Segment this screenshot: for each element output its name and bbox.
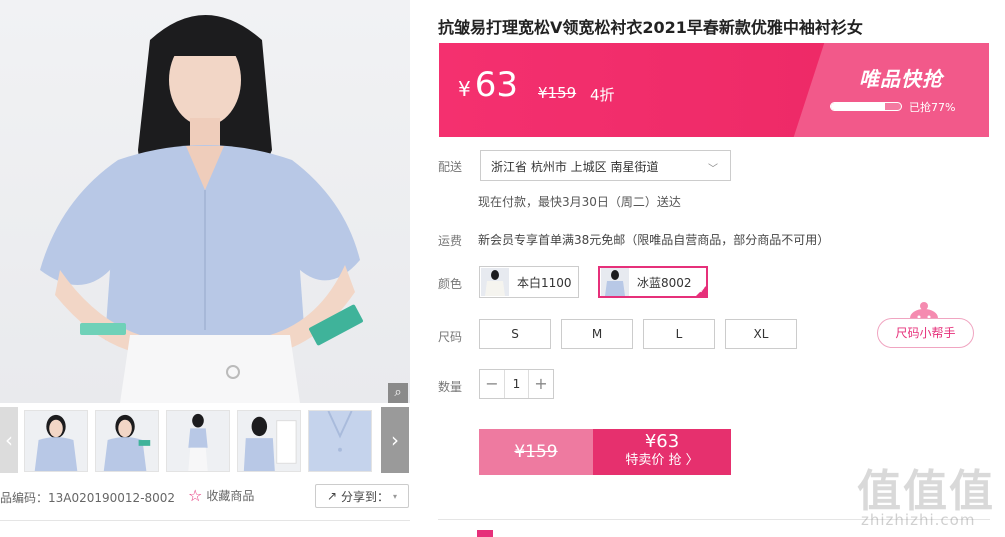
favorite-button[interactable]: ☆ 收藏商品: [188, 487, 254, 504]
share-button[interactable]: ↗ 分享到： ▾: [315, 484, 409, 508]
buy-sale-area[interactable]: ¥63 特卖价 抢 〉: [593, 429, 731, 475]
buy-sale-text: 特卖价 抢 〉: [625, 453, 699, 468]
buy-sale-price: ¥63: [644, 431, 680, 452]
address-selector[interactable]: 浙江省 杭州市 上城区 南星街道 ﹀: [480, 150, 731, 181]
sku-code: 品编码：13A020190012-8002: [0, 491, 176, 505]
original-price: ¥159: [538, 84, 577, 102]
size-helper-button[interactable]: 尺码小帮手: [877, 318, 974, 348]
share-label: 分享到：: [341, 489, 390, 504]
buy-original-price: ¥159: [479, 429, 593, 475]
watermark-url: zhizhizhi.com: [861, 511, 976, 529]
size-label: 尺码: [438, 330, 463, 344]
size-option-xl[interactable]: XL: [725, 319, 797, 349]
model-photo: [40, 15, 363, 403]
delivery-eta: 现在付款，最快3月30日（周二）送达: [478, 195, 681, 209]
buy-button[interactable]: ¥159 ¥63 特卖价 抢 〉: [479, 429, 731, 475]
color-swatch: [601, 268, 629, 296]
color-swatch: [481, 268, 509, 296]
freight-info: 新会员专享首单满38元免邮（限唯品自营商品，部分商品不可用）: [478, 233, 830, 247]
flash-sale-title: 唯品快抢: [859, 67, 943, 91]
watermark-char: 值: [903, 466, 947, 517]
size-option-s[interactable]: S: [479, 319, 551, 349]
discount-rate: 4折: [590, 86, 615, 104]
delivery-label: 配送: [438, 160, 463, 174]
gallery-meta-row: 品编码：13A020190012-8002 ☆ 收藏商品 ↗ 分享到： ▾: [0, 484, 410, 510]
sold-progress-fill: [831, 103, 885, 110]
caret-down-icon: ▾: [393, 491, 398, 501]
favorite-label: 收藏商品: [206, 489, 255, 503]
color-option-iceblue[interactable]: 冰蓝8002: [598, 266, 708, 298]
minus-button[interactable]: −: [480, 370, 504, 398]
quantity-input[interactable]: 1: [504, 370, 529, 398]
color-option-label: 本白1100: [517, 275, 572, 290]
share-icon: ↗: [326, 489, 338, 503]
product-title: 抗皱易打理宽松V领宽松衬衣2021早春新款优雅中袖衬衫女: [438, 18, 863, 37]
thumbnail-1[interactable]: [24, 410, 88, 472]
flash-price-box: ¥63 ¥159 4折 唯品快抢 已抢77%: [439, 43, 989, 137]
size-option-m[interactable]: M: [561, 319, 633, 349]
quantity-label: 数量: [438, 380, 463, 394]
product-detail-page: ⌕ ‹ › 品编码：13A020190012-8002 ☆ 收藏商品 ↗ 分享到…: [0, 0, 1005, 537]
thumbnail-4[interactable]: [237, 410, 301, 472]
watermark-char: 值: [949, 466, 993, 517]
current-price: ¥63: [458, 65, 518, 105]
section-marker: [477, 530, 493, 537]
thumbnail-strip: ‹ ›: [0, 407, 410, 475]
watermark-logo: 值 值 值 zhizhizhi.com: [853, 455, 1001, 535]
thumbnail-2[interactable]: [95, 410, 159, 472]
sold-progress-bar: [830, 102, 902, 111]
product-gallery: ⌕ ‹ › 品编码：13A020190012-8002 ☆ 收藏商品 ↗ 分享到…: [0, 0, 410, 537]
sold-progress-text: 已抢77%: [909, 101, 956, 114]
color-option-label: 冰蓝8002: [637, 275, 692, 290]
freight-label: 运费: [438, 234, 463, 248]
watermark-char: 值: [857, 466, 901, 517]
star-icon: ☆: [188, 485, 203, 505]
zoom-icon[interactable]: ⌕: [388, 383, 408, 403]
size-option-l[interactable]: L: [643, 319, 715, 349]
address-value: 浙江省 杭州市 上城区 南星街道: [491, 160, 659, 174]
chevron-down-icon: ﹀: [708, 164, 718, 175]
divider: [0, 520, 410, 521]
color-label: 颜色: [438, 277, 463, 291]
main-product-image[interactable]: ⌕: [0, 0, 410, 403]
selected-check-icon: [694, 284, 708, 298]
thumbnail-3[interactable]: [166, 410, 230, 472]
thumb-prev-button[interactable]: ‹: [0, 407, 18, 473]
thumb-next-button[interactable]: ›: [381, 407, 409, 473]
plus-button[interactable]: +: [529, 370, 553, 398]
thumbnail-5[interactable]: [308, 410, 372, 472]
color-option-white[interactable]: 本白1100: [479, 266, 579, 298]
quantity-stepper: − 1 +: [479, 369, 554, 399]
